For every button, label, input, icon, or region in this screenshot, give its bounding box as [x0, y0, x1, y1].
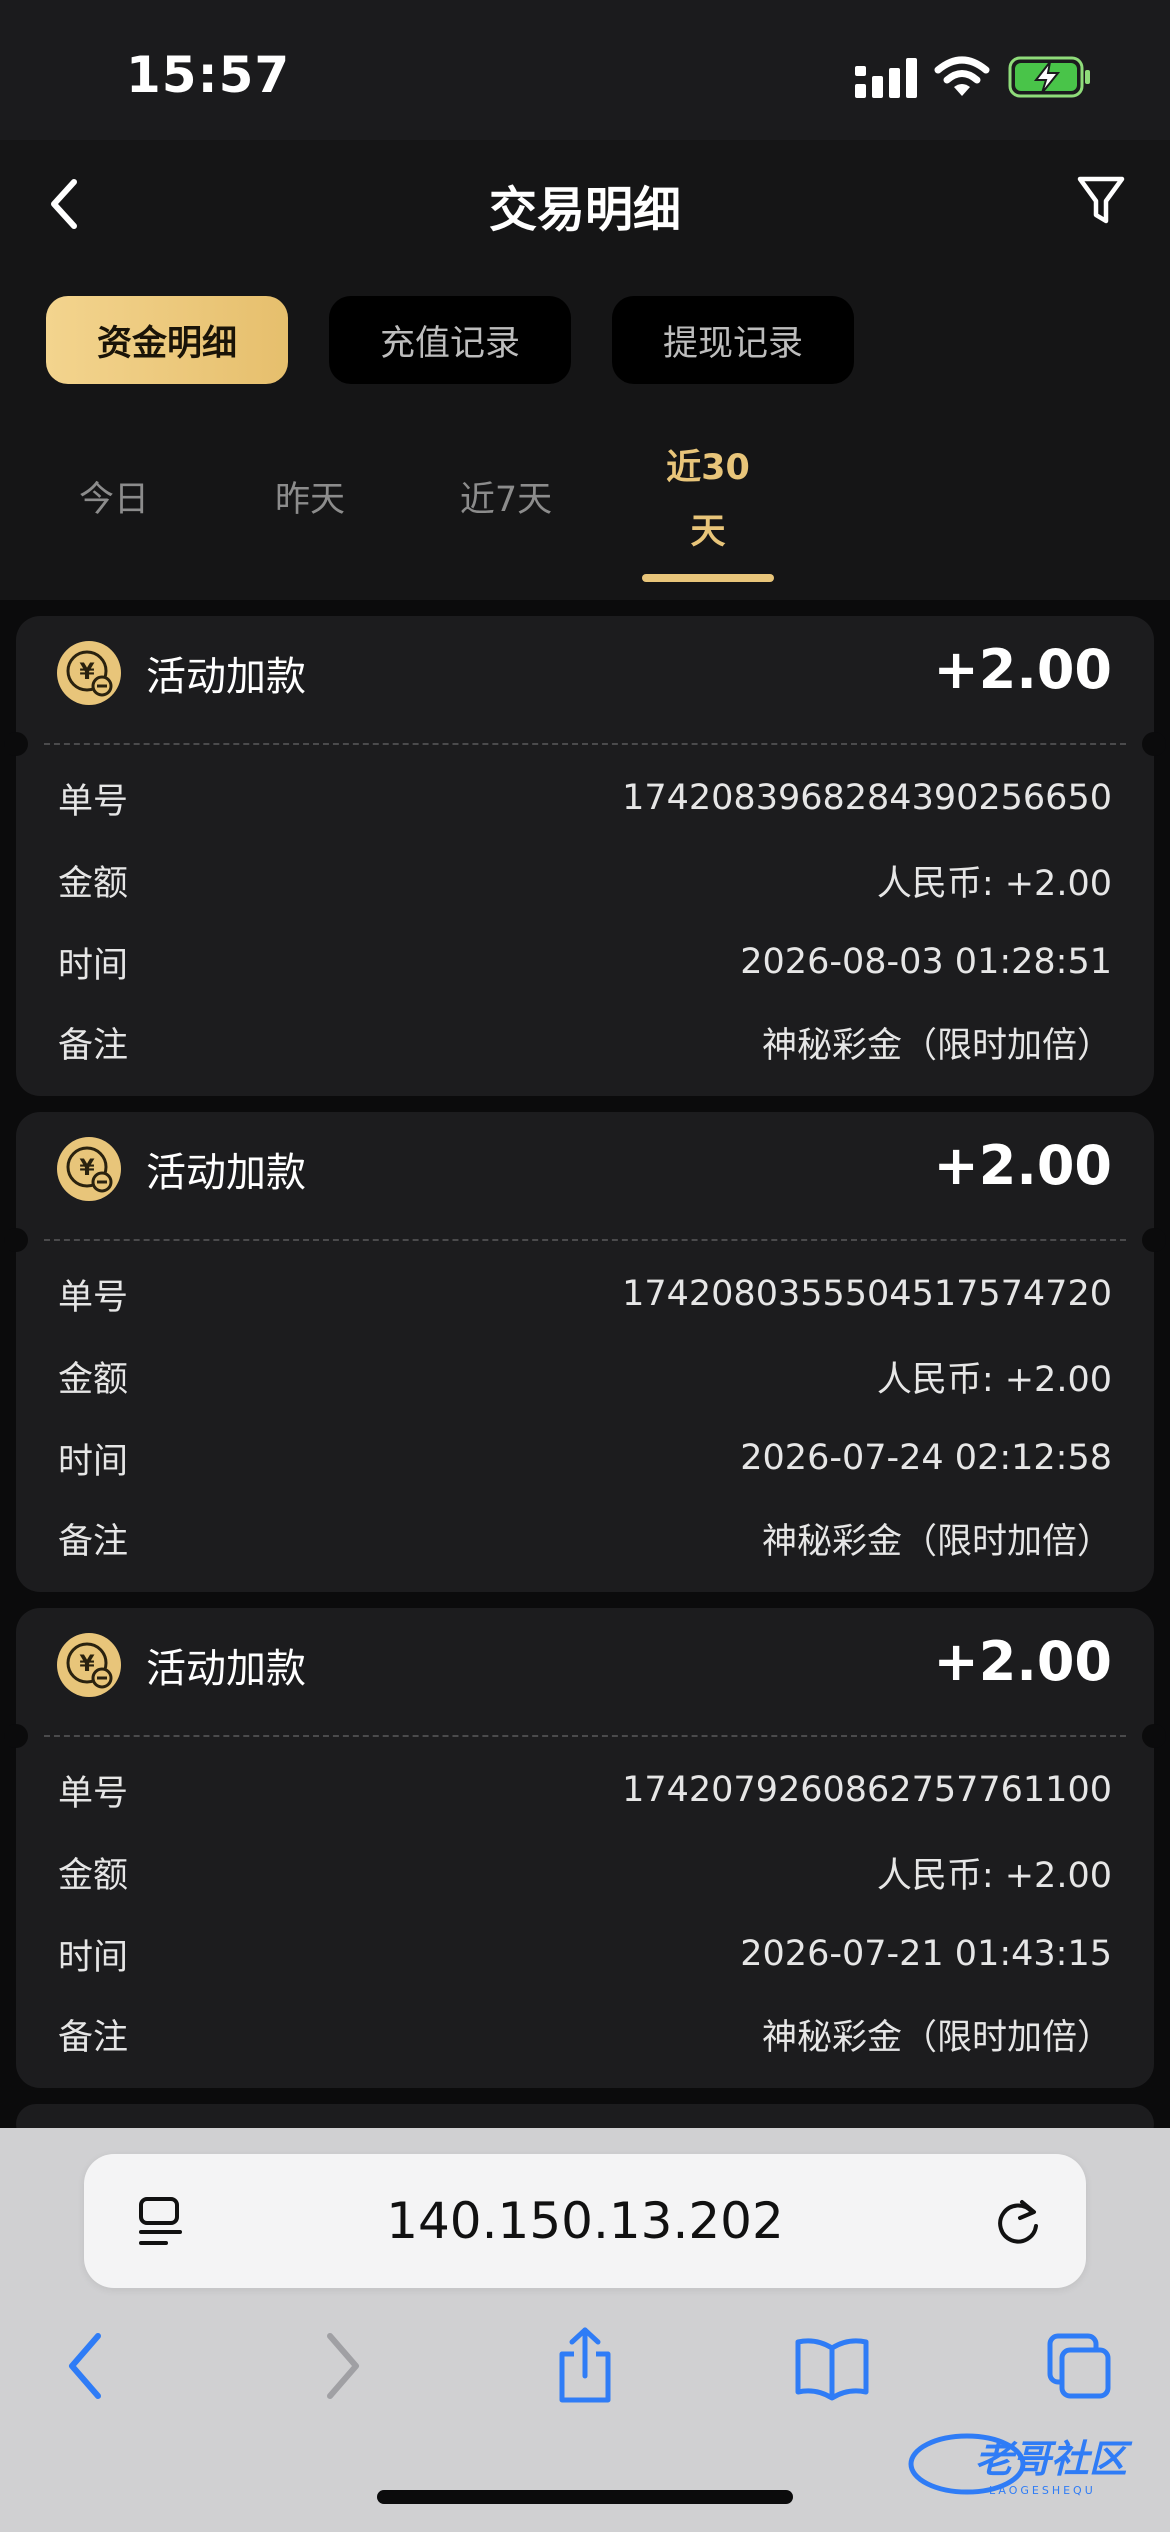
dashed-divider: [44, 1239, 1126, 1241]
remark-label: 备注: [58, 1521, 129, 1562]
time-label: 时间: [58, 945, 129, 986]
transaction-amount: +2.00: [933, 1630, 1112, 1693]
coin-yuan-icon: ¥: [57, 1633, 121, 1697]
share-icon[interactable]: [552, 2326, 618, 2406]
transaction-list: ¥ 活动加款 +2.00 单号 1742083968284390256650 金…: [4, 616, 1166, 2160]
page-title: 交易明细: [488, 182, 681, 238]
amount-row: 金额 人民币: +2.00: [58, 1346, 1112, 1406]
battery-charging-icon: [1008, 56, 1090, 98]
tab-withdraw-records[interactable]: 提现记录: [612, 296, 854, 384]
wifi-icon: [934, 56, 990, 96]
order-label: 单号: [58, 1773, 129, 1814]
amount-detail: 人民币: +2.00: [876, 863, 1112, 904]
remark-value: 神秘彩金（限时加倍）: [761, 1521, 1112, 1562]
amount-row: 金额 人民币: +2.00: [58, 850, 1112, 910]
period-30-days[interactable]: 近30 天: [628, 436, 788, 564]
remark-row: 备注 神秘彩金（限时加倍）: [58, 1508, 1112, 1568]
page-header: 交易明细 资金明细 充值记录 提现记录 今日 昨天 近7天 近30 天: [0, 140, 1170, 600]
amount-detail: 人民币: +2.00: [876, 1359, 1112, 1400]
cellular-signal-icon: [855, 58, 917, 98]
card-notch: [4, 732, 28, 756]
period-30-days-line1: 近30: [666, 448, 750, 488]
transaction-amount: +2.00: [933, 638, 1112, 701]
card-notch: [1142, 1228, 1166, 1252]
order-label: 单号: [58, 781, 129, 822]
tab-recharge-records[interactable]: 充值记录: [329, 296, 571, 384]
card-notch: [1142, 732, 1166, 756]
order-label: 单号: [58, 1277, 129, 1318]
transaction-card[interactable]: ¥ 活动加款 +2.00 单号 1742083968284390256650 金…: [4, 616, 1166, 1096]
time-label: 时间: [58, 1937, 129, 1978]
remark-row: 备注 神秘彩金（限时加倍）: [58, 1012, 1112, 1072]
time-label: 时间: [58, 1441, 129, 1482]
amount-label: 金额: [58, 1359, 129, 1400]
url-text[interactable]: 140.150.13.202: [84, 2154, 1086, 2288]
amount-row: 金额 人民币: +2.00: [58, 1842, 1112, 1902]
status-bar: 15:57: [0, 0, 1170, 140]
transaction-card[interactable]: ¥ 活动加款 +2.00 单号 1742079260862757761100 金…: [4, 1608, 1166, 2088]
home-indicator: [377, 2490, 793, 2504]
period-today[interactable]: 今日: [34, 436, 194, 564]
period-filter: 今日 昨天 近7天 近30 天: [0, 436, 1170, 586]
transaction-type: 活动加款: [146, 654, 306, 700]
watermark-subtext: LAOGESHEQU: [989, 2484, 1096, 2497]
tab-fund-details[interactable]: 资金明细: [46, 296, 288, 384]
order-row: 单号 1742079260862757761100: [58, 1760, 1112, 1820]
transaction-card[interactable]: ¥ 活动加款 +2.00 单号 1742080355504517574720 金…: [4, 1112, 1166, 1592]
reload-icon[interactable]: [992, 2194, 1044, 2250]
period-yesterday[interactable]: 昨天: [230, 436, 390, 564]
order-row: 单号 1742083968284390256650: [58, 768, 1112, 828]
watermark-text: 老哥社区: [975, 2437, 1133, 2481]
amount-label: 金额: [58, 1855, 129, 1896]
remark-label: 备注: [58, 2017, 129, 2058]
filter-icon[interactable]: [1076, 174, 1126, 228]
record-type-tabs: 资金明细 充值记录 提现记录: [46, 296, 854, 384]
transaction-time: 2026-07-24 02:12:58: [740, 1438, 1112, 1478]
amount-label: 金额: [58, 863, 129, 904]
watermark-logo: 老哥社区 LAOGESHEQU: [908, 2433, 1133, 2497]
status-time: 15:57: [126, 46, 291, 104]
remark-value: 神秘彩金（限时加倍）: [761, 2017, 1112, 2058]
order-number: 1742083968284390256650: [622, 778, 1112, 818]
browser-forward-icon[interactable]: [316, 2326, 366, 2406]
bookmarks-icon[interactable]: [794, 2326, 870, 2406]
remark-value: 神秘彩金（限时加倍）: [761, 1025, 1112, 1066]
time-row: 时间 2026-07-24 02:12:58: [58, 1428, 1112, 1488]
transaction-type: 活动加款: [146, 1150, 306, 1196]
period-7-days[interactable]: 近7天: [426, 436, 586, 564]
amount-detail: 人民币: +2.00: [876, 1855, 1112, 1896]
card-notch: [1142, 1724, 1166, 1748]
order-number: 1742080355504517574720: [622, 1274, 1112, 1314]
remark-label: 备注: [58, 1025, 129, 1066]
period-30-days-line2: 天: [690, 512, 726, 552]
order-number: 1742079260862757761100: [622, 1770, 1112, 1810]
coin-yuan-icon: ¥: [57, 1137, 121, 1201]
period-active-underline: [642, 574, 774, 582]
card-notch: [4, 1724, 28, 1748]
browser-back-icon[interactable]: [62, 2326, 112, 2406]
time-row: 时间 2026-07-21 01:43:15: [58, 1924, 1112, 1984]
time-row: 时间 2026-08-03 01:28:51: [58, 932, 1112, 992]
transaction-time: 2026-08-03 01:28:51: [740, 942, 1112, 982]
dashed-divider: [44, 743, 1126, 745]
dashed-divider: [44, 1735, 1126, 1737]
order-row: 单号 1742080355504517574720: [58, 1264, 1112, 1324]
transaction-time: 2026-07-21 01:43:15: [740, 1934, 1112, 1974]
transaction-amount: +2.00: [933, 1134, 1112, 1197]
tabs-icon[interactable]: [1044, 2326, 1114, 2406]
card-notch: [4, 1228, 28, 1252]
address-bar[interactable]: 140.150.13.202: [84, 2154, 1086, 2288]
remark-row: 备注 神秘彩金（限时加倍）: [58, 2004, 1112, 2064]
coin-yuan-icon: ¥: [57, 641, 121, 705]
transaction-type: 活动加款: [146, 1646, 306, 1692]
